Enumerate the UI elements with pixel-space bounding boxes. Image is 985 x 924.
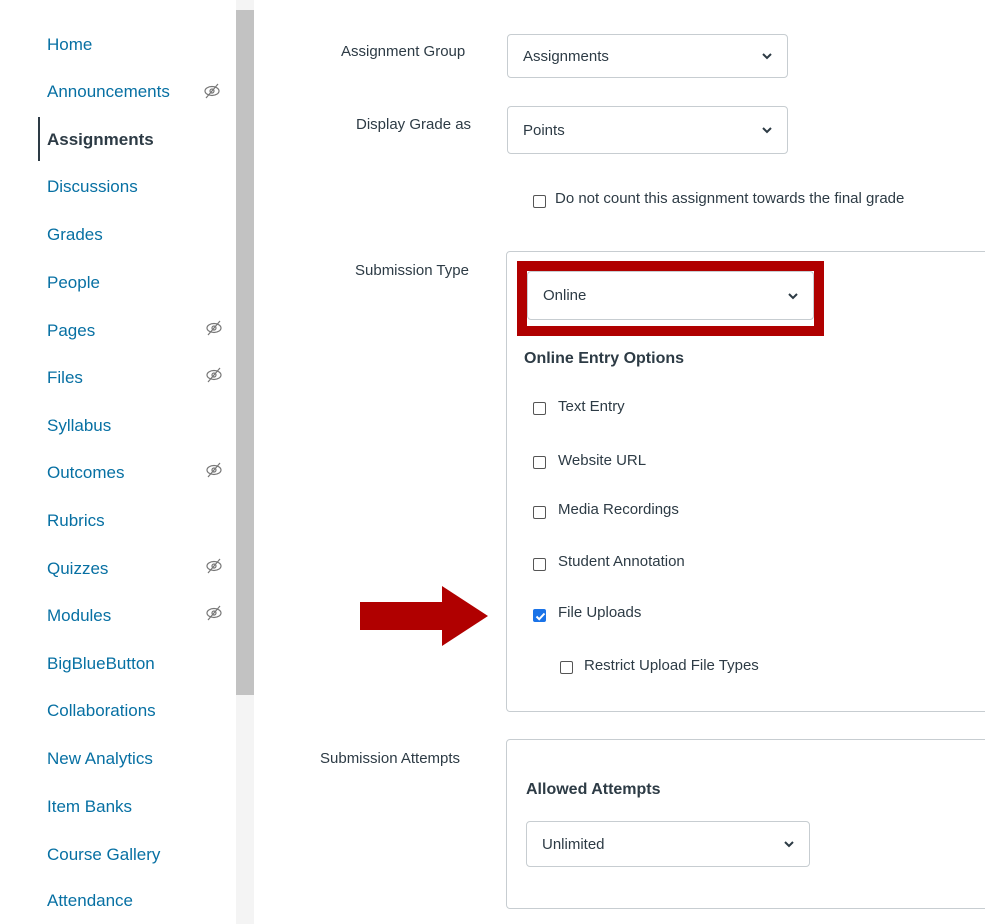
file-uploads-label: File Uploads [558, 604, 642, 621]
eye-slash-icon [206, 320, 222, 336]
nav-files[interactable]: Files [47, 368, 83, 388]
media-recordings-checkbox[interactable] [533, 506, 546, 519]
eye-slash-icon [206, 558, 222, 574]
nav-rubrics[interactable]: Rubrics [47, 511, 105, 531]
nav-new-analytics[interactable]: New Analytics [47, 749, 153, 769]
nav-outcomes[interactable]: Outcomes [47, 463, 124, 483]
text-entry-checkbox[interactable] [533, 402, 546, 415]
exclude-final-grade-label: Do not count this assignment towards the… [555, 190, 905, 207]
display-grade-value: Points [523, 121, 565, 139]
restrict-file-types-label: Restrict Upload File Types [584, 657, 759, 674]
assignment-group-value: Assignments [523, 47, 609, 65]
eye-slash-icon [206, 367, 222, 383]
student-annotation-checkbox[interactable] [533, 558, 546, 571]
allowed-attempts-select[interactable]: Unlimited [526, 821, 810, 867]
nav-modules[interactable]: Modules [47, 606, 111, 626]
website-url-label: Website URL [558, 452, 647, 469]
submission-attempts-label: Submission Attempts [320, 750, 461, 767]
nav-syllabus[interactable]: Syllabus [47, 416, 111, 436]
eye-slash-icon [206, 605, 222, 621]
assignment-group-label: Assignment Group [341, 43, 466, 60]
restrict-file-types-checkbox[interactable] [560, 661, 573, 674]
nav-people[interactable]: People [47, 273, 100, 293]
allowed-attempts-title: Allowed Attempts [526, 781, 661, 798]
nav-announcements[interactable]: Announcements [47, 82, 170, 102]
eye-slash-icon [204, 83, 220, 99]
student-annotation-label: Student Annotation [558, 553, 685, 570]
exclude-final-grade-checkbox[interactable] [533, 195, 546, 208]
nav-attendance[interactable]: Attendance [47, 891, 133, 911]
course-navigation: Home Announcements Assignments Discussio… [0, 0, 232, 924]
sidebar-scrollbar-thumb[interactable] [236, 10, 254, 695]
nav-course-gallery[interactable]: Course Gallery [47, 845, 160, 865]
highlight-box [517, 261, 824, 336]
nav-item-banks[interactable]: Item Banks [47, 797, 132, 817]
media-recordings-label: Media Recordings [558, 501, 679, 518]
chevron-down-icon [784, 841, 794, 848]
nav-discussions[interactable]: Discussions [47, 177, 138, 197]
chevron-down-icon [762, 53, 772, 60]
online-entry-options-title: Online Entry Options [524, 350, 685, 367]
chevron-down-icon [762, 127, 772, 134]
submission-type-label: Submission Type [355, 262, 469, 279]
display-grade-label: Display Grade as [356, 116, 472, 133]
eye-slash-icon [206, 462, 222, 478]
nav-assignments[interactable]: Assignments [47, 130, 154, 150]
right-arrow-icon [360, 586, 488, 646]
nav-bigbluebutton[interactable]: BigBlueButton [47, 654, 155, 674]
allowed-attempts-value: Unlimited [542, 835, 605, 853]
website-url-checkbox[interactable] [533, 456, 546, 469]
display-grade-select[interactable]: Points [507, 106, 788, 154]
nav-quizzes[interactable]: Quizzes [47, 559, 108, 579]
nav-home[interactable]: Home [47, 35, 92, 55]
active-indicator [38, 117, 40, 161]
assignment-group-select[interactable]: Assignments [507, 34, 788, 78]
nav-pages[interactable]: Pages [47, 321, 95, 341]
file-uploads-checkbox[interactable] [533, 609, 546, 622]
nav-grades[interactable]: Grades [47, 225, 103, 245]
text-entry-label: Text Entry [558, 398, 625, 415]
checkmark-icon [535, 612, 546, 621]
nav-collaborations[interactable]: Collaborations [47, 701, 156, 721]
